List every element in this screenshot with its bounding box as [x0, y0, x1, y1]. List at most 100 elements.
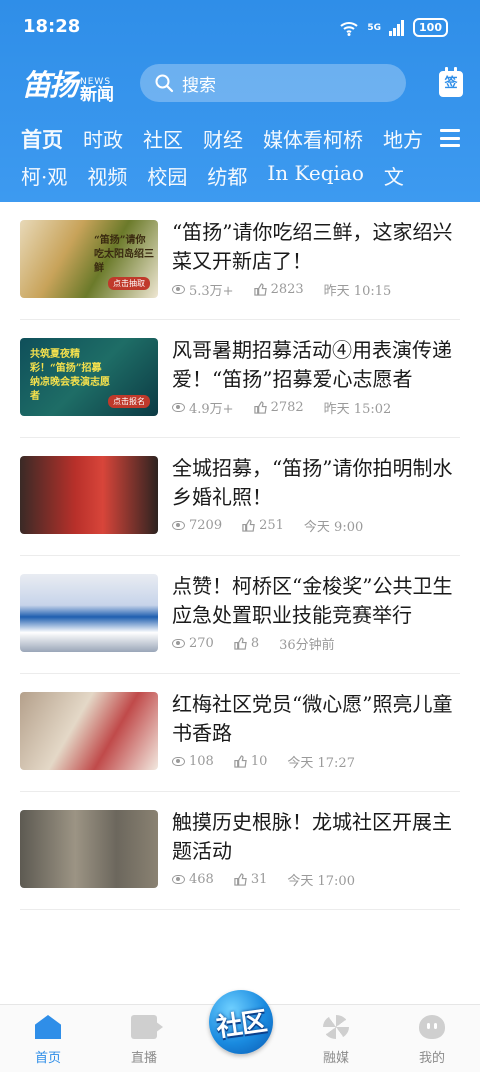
community-center-button[interactable]: 社区: [209, 990, 273, 1054]
views-icon: [172, 285, 185, 294]
community-center-label: 社区: [214, 1006, 269, 1043]
news-thumbnail: [20, 692, 158, 770]
views-icon: [172, 403, 185, 412]
likes-count: 2782: [270, 400, 304, 415]
news-title: “笛扬”请你吃绍三鲜，这家绍兴菜又开新店了！: [172, 220, 453, 273]
like-icon: [242, 519, 255, 532]
news-thumbnail: “笛扬”请你吃太阳岛绍三鲜 点击抽取: [20, 220, 158, 298]
news-thumbnail: [20, 456, 158, 534]
publish-time: 昨天 10:15: [323, 284, 392, 299]
status-bar: 18:28 5G 100: [0, 0, 480, 56]
publish-time: 36分钟前: [279, 638, 335, 653]
publish-time: 昨天 15:02: [323, 402, 392, 417]
tab-bar-me-label: 我的: [418, 1051, 445, 1066]
views-count: 468: [189, 872, 214, 887]
tab-bar-home-label: 首页: [34, 1051, 61, 1066]
views-count: 108: [189, 754, 214, 769]
news-meta: 270 8 36分钟前: [172, 634, 335, 653]
battery-indicator: 100: [413, 18, 448, 37]
sign-in-calendar-button[interactable]: 签: [439, 67, 463, 97]
like-icon: [234, 637, 247, 650]
tab-ke-guan[interactable]: 柯·观: [21, 161, 67, 190]
logo-main-text: 笛扬: [22, 68, 78, 102]
tab-in-keqiao[interactable]: In Keqiao: [267, 161, 364, 190]
news-meta: 4.9万+ 2782 昨天 15:02: [172, 398, 391, 417]
tab-bar-me[interactable]: 我的: [402, 1015, 462, 1066]
tab-politics[interactable]: 时政: [83, 124, 123, 154]
like-icon: [253, 283, 267, 296]
tab-bar-media[interactable]: 融媒: [306, 1015, 366, 1066]
news-feed: “笛扬”请你吃太阳岛绍三鲜 点击抽取 “笛扬”请你吃绍三鲜，这家绍兴菜又开新店了…: [0, 202, 480, 910]
tab-home[interactable]: 首页: [21, 124, 63, 154]
news-item[interactable]: 点赞！柯桥区“金梭奖”公共卫生应急处置职业技能竞赛举行 270 8 36分钟前: [20, 556, 460, 674]
tab-textile[interactable]: 纺都: [207, 161, 247, 190]
tab-video[interactable]: 视频: [87, 161, 127, 190]
news-item[interactable]: “笛扬”请你吃太阳岛绍三鲜 点击抽取 “笛扬”请你吃绍三鲜，这家绍兴菜又开新店了…: [20, 202, 460, 320]
tab-community[interactable]: 社区: [143, 124, 183, 154]
publish-time: 今天 9:00: [303, 520, 364, 535]
news-item[interactable]: 红梅社区党员“微心愿”照亮儿童书香路 108 10 今天 17:27: [20, 674, 460, 792]
views-icon: [172, 875, 185, 884]
status-icons: 5G 100: [339, 18, 448, 37]
news-thumbnail: [20, 810, 158, 888]
video-camera-icon: [131, 1015, 163, 1039]
publish-time: 今天 17:00: [287, 874, 355, 889]
news-meta: 7209 251 今天 9:00: [172, 516, 363, 535]
tab-culture[interactable]: 文: [384, 161, 404, 190]
news-title: 风哥暑期招募活动④用表演传递爱！“笛扬”招募爱心志愿者: [172, 338, 452, 391]
views-count: 4.9万+: [189, 402, 234, 417]
likes-count: 2823: [270, 282, 304, 297]
thumbnail-tag: 点击抽取: [108, 277, 150, 290]
tab-bar-home[interactable]: 首页: [18, 1015, 78, 1066]
views-count: 5.3万+: [189, 284, 234, 299]
like-icon: [253, 401, 267, 414]
likes-count: 10: [250, 754, 268, 769]
profile-icon: [419, 1015, 445, 1039]
news-item[interactable]: 共筑夏夜精彩！“笛扬”招募纳凉晚会表演志愿者 点击报名 风哥暑期招募活动④用表演…: [20, 320, 460, 438]
news-thumbnail: 共筑夏夜精彩！“笛扬”招募纳凉晚会表演志愿者 点击报名: [20, 338, 158, 416]
publish-time: 今天 17:27: [287, 756, 355, 771]
app-header: 18:28 5G 100 笛扬 NEWS 新闻 搜索 签 首页 时政 社区 财经…: [0, 0, 480, 202]
like-icon: [234, 755, 247, 768]
tab-bar-live-label: 直播: [130, 1051, 157, 1066]
news-title: 触摸历史根脉！龙城社区开展主题活动: [172, 810, 452, 863]
network-type: 5G: [367, 22, 382, 33]
news-meta: 468 31 今天 17:00: [172, 870, 355, 889]
search-placeholder: 搜索: [182, 75, 216, 96]
news-title: 红梅社区党员“微心愿”照亮儿童书香路: [172, 692, 453, 745]
tab-finance[interactable]: 财经: [203, 124, 243, 154]
news-item[interactable]: 触摸历史根脉！龙城社区开展主题活动 468 31 今天 17:00: [20, 792, 460, 910]
views-count: 7209: [189, 518, 223, 533]
tab-bar-media-label: 融媒: [322, 1051, 349, 1066]
home-icon: [35, 1015, 61, 1039]
news-thumbnail: [20, 574, 158, 652]
tab-campus[interactable]: 校园: [147, 161, 187, 190]
channel-nav-row-2: 柯·观 视频 校园 纺都 In Keqiao 文: [21, 161, 441, 190]
tab-media-keqiao[interactable]: 媒体看柯桥: [263, 124, 363, 154]
views-icon: [172, 757, 185, 766]
logo-sub-text: 新闻: [80, 85, 115, 105]
news-meta: 108 10 今天 17:27: [172, 752, 355, 771]
wifi-icon: [340, 21, 359, 36]
channel-menu-icon[interactable]: [440, 129, 460, 147]
views-count: 270: [189, 636, 214, 651]
app-logo: 笛扬 NEWS 新闻: [22, 62, 114, 104]
media-fan-icon: [323, 1015, 349, 1039]
news-title: 点赞！柯桥区“金梭奖”公共卫生应急处置职业技能竞赛举行: [172, 574, 453, 627]
tab-local[interactable]: 地方: [383, 124, 423, 154]
channel-nav-row-1: 首页 时政 社区 财经 媒体看柯桥 地方: [21, 124, 441, 154]
likes-count: 251: [259, 518, 284, 533]
like-icon: [234, 873, 247, 886]
tab-bar-live[interactable]: 直播: [114, 1015, 174, 1066]
signal-icon: [389, 19, 405, 36]
status-time: 18:28: [23, 16, 81, 37]
thumbnail-tag: 点击报名: [108, 395, 150, 408]
logo-side: NEWS 新闻: [80, 78, 114, 104]
likes-count: 31: [250, 872, 268, 887]
likes-count: 8: [250, 636, 260, 651]
news-item[interactable]: 全城招募，“笛扬”请你拍明制水乡婚礼照！ 7209 251 今天 9:00: [20, 438, 460, 556]
views-icon: [172, 639, 185, 648]
news-title: 全城招募，“笛扬”请你拍明制水乡婚礼照！: [172, 456, 453, 509]
thumbnail-caption: 共筑夏夜精彩！“笛扬”招募纳凉晚会表演志愿者: [30, 349, 110, 402]
search-bar[interactable]: 搜索: [140, 64, 406, 102]
